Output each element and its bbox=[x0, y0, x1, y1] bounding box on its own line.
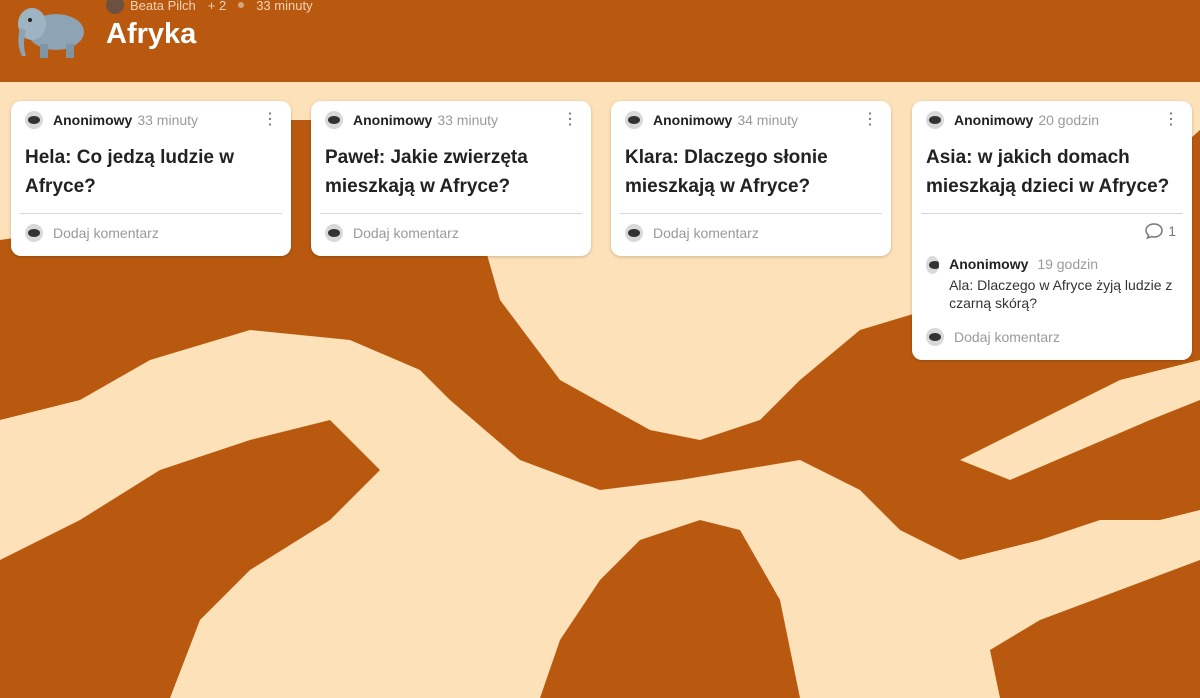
anonymous-avatar-icon bbox=[625, 224, 643, 242]
add-comment-label: Dodaj komentarz bbox=[353, 225, 459, 241]
collaborator-count: + 2 bbox=[207, 0, 227, 13]
add-comment-label: Dodaj komentarz bbox=[954, 329, 1060, 345]
anonymous-avatar-icon bbox=[25, 111, 43, 129]
post-time: 33 minuty bbox=[437, 112, 499, 128]
add-comment-button[interactable]: Dodaj komentarz bbox=[311, 214, 591, 256]
more-vertical-icon[interactable]: ⋮ bbox=[262, 112, 278, 128]
comment-time: 19 godzin bbox=[1037, 256, 1099, 272]
comment-text: Ala: Dlaczego w Afryce żyją ludzie z cza… bbox=[949, 277, 1173, 311]
comment-count-label: 1 bbox=[1168, 223, 1176, 239]
more-vertical-icon[interactable]: ⋮ bbox=[862, 112, 878, 128]
post-title: Paweł: Jakie zwierzęta mieszkają w Afryc… bbox=[325, 147, 528, 197]
elephant-icon bbox=[18, 8, 84, 58]
add-comment-button[interactable]: Dodaj komentarz bbox=[611, 214, 891, 256]
post-title: Asia: w jakich domach mieszkają dzieci w… bbox=[926, 147, 1170, 197]
anonymous-avatar-icon bbox=[926, 111, 944, 129]
post-card[interactable]: Anonimowy 33 minuty ⋮ Paweł: Jakie zwier… bbox=[311, 101, 591, 256]
add-comment-label: Dodaj komentarz bbox=[653, 225, 759, 241]
post-card[interactable]: Anonimowy 34 minuty ⋮ Klara: Dlaczego sł… bbox=[611, 101, 891, 256]
post-time: 33 minuty bbox=[137, 112, 199, 128]
board-author: Beata Pilch bbox=[130, 0, 196, 13]
anonymous-avatar-icon bbox=[325, 224, 343, 242]
anonymous-avatar-icon bbox=[325, 111, 343, 129]
board-author-row: Beata Pilch + 2 33 minuty bbox=[106, 0, 313, 14]
post-time: 20 godzin bbox=[1038, 112, 1100, 128]
add-comment-button[interactable]: Dodaj komentarz bbox=[11, 214, 291, 256]
anonymous-avatar-icon bbox=[926, 256, 940, 274]
speech-bubble-icon bbox=[1145, 223, 1163, 240]
separator-dot bbox=[238, 2, 245, 8]
add-comment-button[interactable]: Dodaj komentarz bbox=[912, 312, 1192, 360]
comment-author: Anonimowy bbox=[949, 256, 1029, 272]
post-author: Anonimowy bbox=[353, 112, 433, 128]
anonymous-avatar-icon bbox=[625, 111, 643, 129]
post-author: Anonimowy bbox=[954, 112, 1034, 128]
post-time: 34 minuty bbox=[737, 112, 799, 128]
more-vertical-icon[interactable]: ⋮ bbox=[562, 112, 578, 128]
anonymous-avatar-icon bbox=[926, 328, 944, 346]
post-author: Anonimowy bbox=[53, 112, 133, 128]
post-card[interactable]: Anonimowy 20 godzin ⋮ Asia: w jakich dom… bbox=[912, 101, 1192, 360]
board-time: 33 minuty bbox=[256, 0, 313, 13]
author-avatar bbox=[106, 0, 124, 14]
anonymous-avatar-icon bbox=[25, 224, 43, 242]
page-title: Afryka bbox=[106, 18, 197, 50]
comment: Anonimowy 19 godzin Ala: Dlaczego w Afry… bbox=[912, 240, 1192, 312]
post-author: Anonimowy bbox=[653, 112, 733, 128]
add-comment-label: Dodaj komentarz bbox=[53, 225, 159, 241]
post-title: Klara: Dlaczego słonie mieszkają w Afryc… bbox=[625, 147, 828, 197]
post-card[interactable]: Anonimowy 33 minuty ⋮ Hela: Co jedzą lud… bbox=[11, 101, 291, 256]
more-vertical-icon[interactable]: ⋮ bbox=[1163, 112, 1179, 128]
post-title: Hela: Co jedzą ludzie w Afryce? bbox=[25, 147, 235, 197]
board-header: Beata Pilch + 2 33 minuty Afryka bbox=[0, 0, 1200, 80]
comment-count[interactable]: 1 bbox=[912, 214, 1192, 240]
